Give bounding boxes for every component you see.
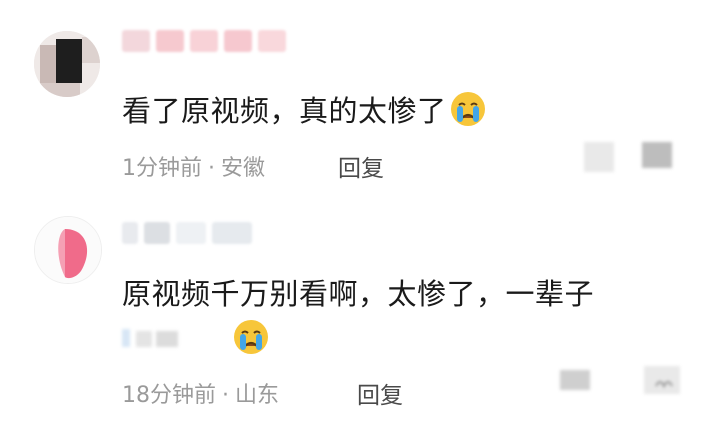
username-redacted[interactable] (122, 30, 286, 52)
meta-separator: · (222, 383, 229, 408)
avatar[interactable] (34, 216, 102, 284)
location: 安徽 (221, 156, 266, 181)
redacted-kaomoji (122, 323, 186, 353)
reply-button[interactable]: 回复 (357, 376, 403, 410)
comment-text: 原视频千万别看啊，太惨了，一辈子 (122, 277, 595, 311)
comment-item: 原视频千万别看啊，太惨了，一辈子 18分钟前 · 山东 回复 (0, 200, 720, 438)
timestamp: 18分钟前 (122, 383, 216, 408)
comment-item: 看了原视频，真的太惨了 1分钟前 · 安徽 回复 (0, 0, 720, 200)
comment-meta: 1分钟前 · 安徽 (122, 150, 265, 182)
crying-face-emoji (449, 90, 487, 128)
like-button-redacted[interactable] (584, 140, 680, 180)
meta-separator: · (208, 156, 215, 181)
location: 山东 (235, 383, 280, 408)
comment-text-line2 (122, 318, 270, 356)
reply-button[interactable]: 回复 (338, 149, 384, 183)
comment-text: 看了原视频，真的太惨了 (122, 88, 487, 130)
avatar[interactable] (34, 31, 100, 97)
username-redacted[interactable] (122, 222, 252, 244)
comment-meta: 18分钟前 · 山东 (122, 377, 279, 409)
timestamp: 1分钟前 (122, 156, 202, 181)
crying-face-emoji (232, 318, 270, 356)
like-button-redacted[interactable] (560, 360, 690, 404)
